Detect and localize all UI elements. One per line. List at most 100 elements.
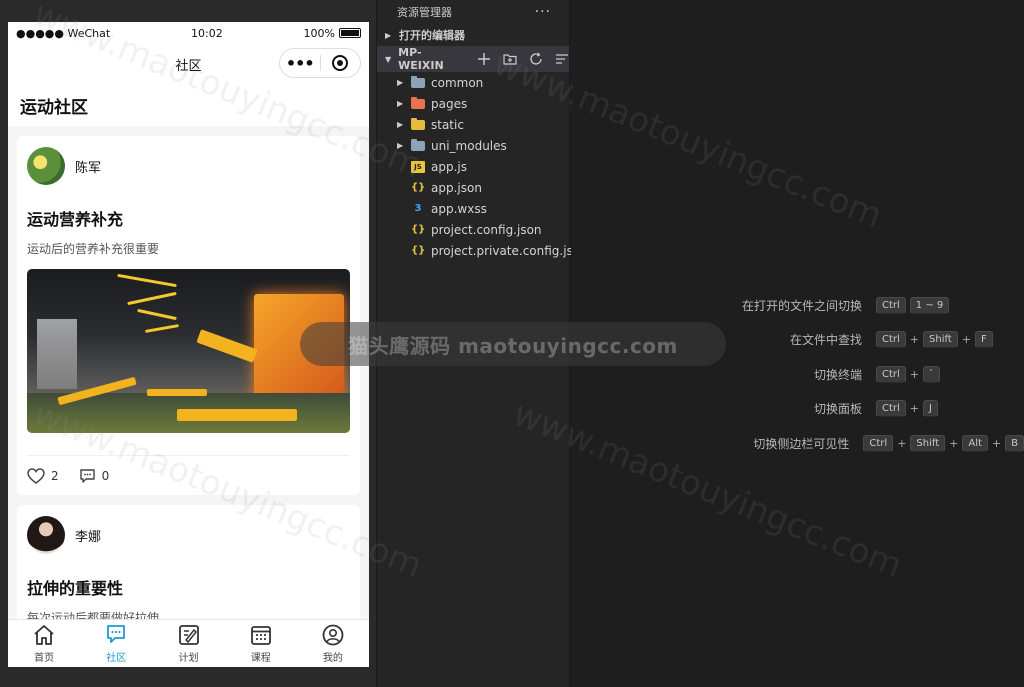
key: F bbox=[974, 331, 993, 349]
comment-count: 0 bbox=[101, 468, 110, 483]
tab-profile[interactable]: 我的 bbox=[297, 620, 369, 667]
explorer-toolbar bbox=[477, 52, 569, 66]
key: Ctrl bbox=[863, 434, 894, 452]
shortcut-keys: Ctrl + J bbox=[876, 400, 938, 418]
tree-file-app-json[interactable]: {} app.json bbox=[377, 177, 569, 198]
chevron-down-icon: ▼ bbox=[385, 54, 392, 64]
key: B bbox=[1005, 434, 1024, 452]
file-name: app.js bbox=[431, 159, 467, 174]
json-file-icon: {} bbox=[411, 224, 426, 235]
tree-folder-common[interactable]: ▶ common bbox=[377, 72, 569, 93]
watermark-text: 猫头鹰源码 maotouyingcc.com bbox=[348, 333, 678, 358]
page-title: 运动社区 bbox=[8, 84, 369, 126]
status-bar: ●●●●● WeChat 10:02 100% bbox=[8, 22, 369, 44]
chevron-right-icon: ▶ bbox=[385, 30, 392, 40]
menu-capsule: ••• bbox=[279, 48, 361, 78]
folder-icon bbox=[411, 117, 425, 130]
refresh-icon[interactable] bbox=[529, 52, 543, 66]
shortcut-keys: Ctrl + Shift + Alt + B bbox=[863, 434, 1024, 452]
folder-name: uni_modules bbox=[431, 138, 507, 153]
tab-bar: 首页 社区 计划 课程 我的 bbox=[8, 619, 369, 667]
folder-icon bbox=[411, 96, 425, 109]
post-title: 运动营养补充 bbox=[27, 210, 124, 229]
post-feed[interactable]: 陈军 运动营养补充 运动后的营养补充很重要 2 0 李娜 拉伸的重要性 每次运动… bbox=[8, 126, 369, 619]
key: J bbox=[923, 400, 938, 418]
chevron-right-icon: ▶ bbox=[397, 141, 404, 150]
shortcut-label: 切换终端 bbox=[813, 367, 862, 382]
chevron-right-icon: ▶ bbox=[397, 78, 404, 87]
tree-file-project-config[interactable]: {} project.config.json bbox=[377, 219, 569, 240]
post-author: 李娜 bbox=[27, 515, 350, 555]
folder-icon bbox=[411, 138, 425, 151]
shortcut-row: 切换侧边栏可见性 Ctrl + Shift + Alt + B bbox=[571, 426, 1024, 461]
shortcut-row: 在打开的文件之间切换 Ctrl 1 ~ 9 bbox=[571, 288, 1024, 323]
shortcut-row: 切换面板 Ctrl + J bbox=[571, 392, 1024, 427]
post-description: 每次运动后都要做好拉伸 bbox=[27, 611, 160, 619]
workspace-name: MP-WEIXIN bbox=[398, 46, 444, 72]
avatar[interactable] bbox=[27, 147, 65, 185]
battery-icon bbox=[338, 28, 361, 38]
battery: 100% bbox=[304, 27, 361, 40]
more-icon[interactable]: ••• bbox=[280, 54, 320, 73]
like-button[interactable]: 2 bbox=[27, 467, 59, 484]
collapse-all-icon[interactable] bbox=[555, 52, 569, 66]
open-editors-section[interactable]: ▶ 打开的编辑器 bbox=[377, 24, 569, 46]
key: Shift bbox=[910, 434, 946, 452]
tab-label: 我的 bbox=[322, 653, 343, 664]
js-file-icon: JS bbox=[411, 160, 425, 173]
close-miniprogram-icon[interactable] bbox=[321, 55, 361, 71]
tab-course[interactable]: 课程 bbox=[225, 620, 297, 667]
post-description: 运动后的营养补充很重要 bbox=[27, 242, 160, 256]
shortcut-keys: Ctrl 1 ~ 9 bbox=[876, 296, 950, 314]
community-icon bbox=[107, 625, 126, 643]
tree-folder-uni-modules[interactable]: ▶ uni_modules bbox=[377, 135, 569, 156]
carrier: ●●●●● WeChat bbox=[16, 26, 111, 40]
tree-folder-static[interactable]: ▶ static bbox=[377, 114, 569, 135]
author-name: 李娜 bbox=[75, 529, 102, 545]
post-author: 陈军 bbox=[27, 146, 350, 186]
key: Alt bbox=[962, 434, 988, 452]
chevron-right-icon: ▶ bbox=[397, 120, 404, 129]
comment-button[interactable]: 0 bbox=[79, 468, 110, 484]
tab-plan[interactable]: 计划 bbox=[152, 620, 224, 667]
explorer-header: 资源管理器 ··· bbox=[377, 0, 569, 24]
profile-icon bbox=[322, 624, 344, 646]
status-time: 10:02 bbox=[191, 26, 223, 40]
shortcut-label: 在打开的文件之间切换 bbox=[741, 298, 862, 313]
tab-label: 首页 bbox=[34, 653, 55, 664]
tab-label: 课程 bbox=[250, 653, 271, 664]
home-icon bbox=[34, 625, 54, 645]
plan-icon bbox=[178, 625, 199, 645]
avatar[interactable] bbox=[27, 516, 65, 554]
chevron-right-icon: ▶ bbox=[397, 99, 404, 108]
json-file-icon: {} bbox=[411, 245, 426, 256]
course-icon bbox=[250, 626, 271, 645]
explorer-title: 资源管理器 bbox=[397, 6, 452, 19]
like-count: 2 bbox=[51, 468, 59, 483]
folder-name: static bbox=[431, 117, 464, 132]
key: Ctrl bbox=[876, 365, 906, 383]
new-file-icon[interactable] bbox=[477, 52, 491, 66]
tab-community[interactable]: 社区 bbox=[80, 620, 152, 667]
tree-file-app-wxss[interactable]: 3 app.wxss bbox=[377, 198, 569, 219]
post-title: 拉伸的重要性 bbox=[27, 579, 124, 598]
tree-file-project-private-config[interactable]: {} project.private.config.js... bbox=[377, 240, 584, 261]
more-actions-icon[interactable]: ··· bbox=[535, 4, 551, 20]
post-card[interactable]: 李娜 拉伸的重要性 每次运动后都要做好拉伸 bbox=[17, 505, 360, 619]
comment-icon bbox=[79, 468, 95, 483]
nav-title: 社区 bbox=[175, 58, 202, 74]
shortcut-keys: Ctrl + Shift + F bbox=[876, 331, 993, 349]
workspace-root[interactable]: ▼ MP-WEIXIN bbox=[377, 46, 569, 72]
tree-folder-pages[interactable]: ▶ pages bbox=[377, 93, 569, 114]
battery-percent: 100% bbox=[303, 26, 335, 40]
folder-icon bbox=[411, 75, 425, 88]
new-folder-icon[interactable] bbox=[503, 52, 517, 66]
tab-label: 计划 bbox=[178, 653, 199, 664]
tab-label: 社区 bbox=[106, 653, 127, 664]
key: Ctrl bbox=[876, 400, 906, 418]
shortcut-keys: Ctrl + ` bbox=[876, 365, 941, 383]
author-name: 陈军 bbox=[75, 160, 102, 176]
post-card[interactable]: 陈军 运动营养补充 运动后的营养补充很重要 2 0 bbox=[17, 136, 360, 495]
tree-file-app-js[interactable]: JS app.js bbox=[377, 156, 569, 177]
tab-home[interactable]: 首页 bbox=[8, 620, 80, 667]
